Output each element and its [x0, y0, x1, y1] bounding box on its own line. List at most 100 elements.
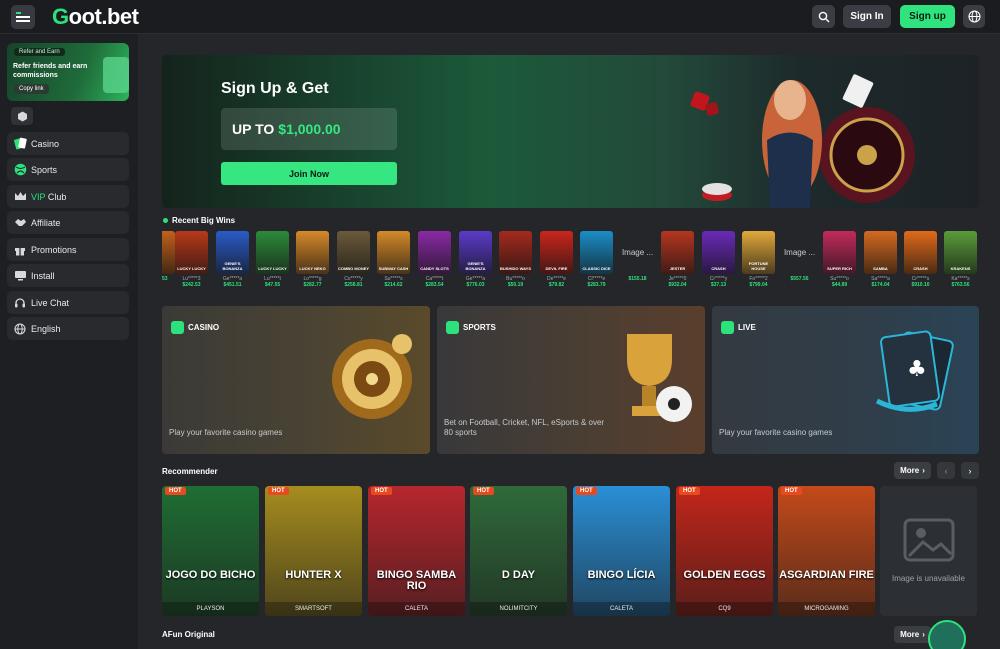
win-item[interactable]: SUPER RICH Su*****o $44.89 [823, 231, 859, 294]
search-button[interactable] [812, 5, 835, 28]
sign-up-button[interactable]: Sign up [900, 5, 955, 28]
search-icon [818, 11, 829, 22]
join-now-button[interactable]: Join Now [221, 162, 397, 185]
win-thumbnail: JESTER [661, 231, 694, 274]
win-thumbnail [162, 231, 175, 274]
win-item[interactable]: CRASH Cr*****y $37.13 [702, 231, 738, 294]
win-item[interactable]: COMBO MONEY Co*****y $258.81 [337, 231, 373, 294]
sidebar-item-promotions[interactable]: Promotions [7, 238, 129, 261]
sidebar-item-label: Sports [31, 164, 58, 175]
win-item[interactable]: SUBWAY CASH Su*****s $214.62 [377, 231, 413, 294]
hot-badge: HOT [781, 487, 802, 495]
win-thumbnail: CLASSIC DICE [580, 231, 613, 274]
game-provider: PLAYSON [162, 602, 259, 616]
win-item[interactable]: Image ... $557.56 [783, 231, 819, 294]
sidebar-item-sports[interactable]: Sports [7, 158, 129, 181]
category-label: CASINO [171, 321, 219, 334]
win-amount: $44.89 [831, 282, 848, 288]
win-item[interactable]: DEVIL FIRE De*****e $79.82 [540, 231, 576, 294]
win-item[interactable]: GENIE'S BONANZA Ge*****a $451.51 [216, 231, 252, 294]
game-title: D DAY [501, 569, 536, 581]
next-arrow-button[interactable]: › [961, 462, 979, 479]
game-provider: CQ9 [676, 602, 773, 616]
game-card[interactable]: HOT HUNTER X SMARTSOFT [265, 486, 362, 616]
win-item[interactable]: CRASH Cr*****s $910.10 [904, 231, 940, 294]
game-card[interactable]: HOT ASGARDIAN FIRE MICROGAMING [778, 486, 875, 616]
sidebar-item-language[interactable]: English [7, 317, 129, 340]
sidebar-item-install[interactable]: Install [7, 264, 129, 287]
chevron-left-icon: ‹ [944, 465, 948, 476]
live-cards-icon [721, 321, 734, 334]
language-button[interactable] [963, 5, 985, 28]
copy-link-button[interactable]: Copy link [14, 84, 49, 94]
afun-original-title: AFun Original [162, 630, 215, 639]
win-amount: $214.62 [384, 282, 403, 288]
category-label: LIVE [721, 321, 756, 334]
win-item[interactable]: CANDY SLOTS Ca*****t $283.54 [418, 231, 454, 294]
game-card-unavailable[interactable]: Image is unavailable [880, 486, 977, 616]
game-title: HUNTER X [285, 569, 342, 581]
win-item[interactable]: Image ... $155.18 [621, 231, 657, 294]
trophy-icon [627, 334, 692, 422]
win-item[interactable]: FORTUNE HOUSE Fo*****2 $799.04 [742, 231, 778, 294]
game-provider: MICROGAMING [778, 602, 875, 616]
win-amount: $763.56 [951, 282, 970, 288]
site-logo[interactable]: Goot.bet [52, 4, 139, 30]
recommender-more-button[interactable]: More › [894, 462, 931, 479]
hero-banner[interactable]: Sign Up & Get UP TO $1,000.00 Join Now [162, 55, 979, 208]
hot-badge: HOT [268, 487, 289, 495]
win-thumbnail: LUCKY NEKO [296, 231, 329, 274]
category-label: SPORTS [446, 321, 496, 334]
sidebar-item-label: Install [31, 270, 55, 281]
sign-in-button[interactable]: Sign In [843, 5, 891, 28]
sidebar-item-casino[interactable]: Casino [7, 132, 129, 155]
win-item[interactable]: LUCKY LUCKY Lu*****3 $242.53 [175, 231, 211, 294]
win-amount: $47.55 [264, 282, 281, 288]
cube-button[interactable] [11, 107, 33, 125]
live-dot-icon [163, 218, 168, 223]
win-amount: $50.19 [507, 282, 524, 288]
sidebar-item-affiliate[interactable]: Affiliate [7, 211, 129, 234]
top-bar: Goot.bet Sign In Sign up [0, 0, 1000, 34]
floating-promo-button[interactable] [928, 620, 966, 649]
win-amount: $910.10 [911, 282, 930, 288]
refer-banner[interactable]: Refer and Earn Refer friends and earn co… [7, 43, 129, 101]
game-provider: CALETA [368, 602, 465, 616]
menu-toggle-button[interactable] [11, 5, 35, 29]
win-item[interactable]: SAMBA Sa*****a $174.04 [864, 231, 900, 294]
win-amount: $451.51 [223, 282, 242, 288]
category-description: Bet on Football, Cricket, NFL, eSports &… [444, 418, 605, 437]
win-item[interactable]: LUCKY LUCKY Lu*****t $47.55 [256, 231, 292, 294]
game-card[interactable]: HOT GOLDEN EGGS CQ9 [676, 486, 773, 616]
crown-icon [13, 190, 27, 204]
win-item[interactable]: CLASSIC DICE Cl*****e $283.79 [580, 231, 616, 294]
game-card[interactable]: HOT D DAY NOLIMITCITY [470, 486, 567, 616]
category-card-sports[interactable]: SPORTS Bet on Football, Cricket, NFL, eS… [437, 306, 705, 454]
soccer-ball-icon [13, 163, 27, 177]
refer-tag: Refer and Earn [14, 48, 65, 56]
game-card[interactable]: HOT BINGO SAMBA RIO CALETA [368, 486, 465, 616]
win-item[interactable]: KRAKENS Ka*****s $763.56 [944, 231, 979, 294]
win-item[interactable]: GENIE'S BONANZA Ge*****a $776.03 [459, 231, 495, 294]
win-thumbnail: COMBO MONEY [337, 231, 370, 274]
sidebar-item-label: Casino [31, 138, 60, 149]
prev-arrow-button[interactable]: ‹ [937, 462, 955, 479]
category-card-live[interactable]: LIVE ♣ Play your favorite casino games [712, 306, 979, 454]
sidebar-item-vip-club[interactable]: VIP Club [7, 185, 129, 208]
sidebar-item-live-chat[interactable]: Live Chat [7, 291, 129, 314]
game-title: ASGARDIAN FIRE [779, 569, 874, 581]
recent-wins-title: Recent Big Wins [163, 216, 235, 225]
game-card[interactable]: HOT JOGO DO BICHO PLAYSON [162, 486, 259, 616]
win-thumbnail: LUCKY LUCKY [256, 231, 289, 274]
gift-icon [13, 243, 27, 257]
game-card[interactable]: HOT BINGO LÍCIA CALETA [573, 486, 670, 616]
win-amount: $79.82 [548, 282, 565, 288]
svg-text:♣: ♣ [907, 357, 927, 382]
casino-chip-icon [171, 321, 184, 334]
game-provider: NOLIMITCITY [470, 602, 567, 616]
category-card-casino[interactable]: CASINO Play your favorite casino games [162, 306, 430, 454]
win-item[interactable]: LUCKY NEKO Lo*****g $282.77 [296, 231, 332, 294]
win-item[interactable]: JESTER Je*****0 $932.04 [661, 231, 697, 294]
afun-more-button[interactable]: More › [894, 626, 931, 643]
win-item[interactable]: BUSHIDO WAYS Bu*****o $50.19 [499, 231, 535, 294]
